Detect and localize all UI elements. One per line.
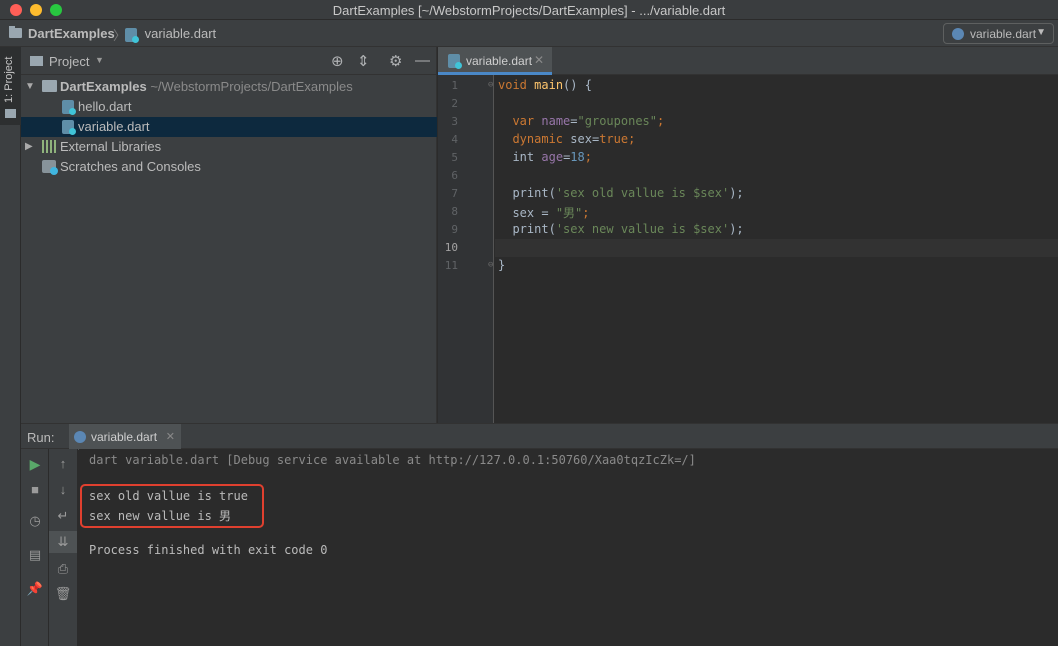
tab-label: variable.dart: [466, 54, 533, 68]
run-toolbar-secondary: ↑ ↓ ↵ ⇊ ⎙ 🗑: [49, 449, 78, 646]
line-number-gutter: 1 2 3 4 5 6 7 8 9 10 11 ⊖ ⊖: [438, 75, 494, 423]
tree-item-path: ~/WebstormProjects/DartExamples: [150, 79, 353, 94]
console-output-line: sex new vallue is 男: [89, 509, 232, 523]
console-output-line: sex old vallue is true: [89, 489, 248, 503]
code-editor: variable.dart ✕ 1 2 3 4 5 6 7 8 9 10 11 …: [438, 47, 1058, 423]
tree-item-label: Scratches and Consoles: [60, 159, 201, 174]
arrow-down-icon[interactable]: ↓: [49, 482, 77, 497]
project-panel: Project ▼ ⊕ ⇕ ⚙ — ▼ DartExamples ~/Webst…: [21, 47, 437, 423]
chevron-down-icon[interactable]: ▼: [95, 55, 104, 65]
collapse-all-icon[interactable]: ⇕: [357, 52, 370, 70]
run-toolbar-primary: ▶ ■ ◷ ▤ 📌: [21, 449, 49, 646]
line-number: 4: [451, 133, 458, 146]
tree-item-label: variable.dart: [78, 119, 150, 134]
code-line-8[interactable]: sex = "男";: [498, 204, 589, 221]
code-line-3[interactable]: var name="groupones";: [498, 114, 664, 128]
navigation-bar: DartExamples 〉 variable.dart variable.da…: [0, 20, 1058, 47]
run-tab-label: variable.dart: [91, 430, 158, 444]
tree-item-dartexamples[interactable]: ▼ DartExamples ~/WebstormProjects/DartEx…: [21, 77, 437, 97]
line-number: 9: [451, 223, 458, 236]
tab-variable-dart[interactable]: variable.dart ✕: [438, 47, 552, 75]
code-line-1[interactable]: void main() {: [498, 78, 592, 92]
close-icon[interactable]: ✕: [166, 430, 175, 443]
folder-icon: [30, 56, 43, 66]
expanded-arrow-icon[interactable]: ▼: [25, 81, 35, 92]
chevron-down-icon: ▼: [1036, 27, 1046, 38]
tree-item-scratches[interactable]: Scratches and Consoles: [21, 157, 437, 177]
run-panel-label: Run:: [27, 430, 55, 445]
tree-item-label: DartExamples: [60, 79, 147, 94]
line-number: 1: [451, 79, 458, 92]
arrow-up-icon[interactable]: ↑: [49, 456, 77, 471]
trash-icon[interactable]: 🗑: [49, 586, 77, 602]
scratches-icon: [42, 160, 58, 175]
hide-panel-icon[interactable]: —: [415, 52, 430, 69]
line-number: 3: [451, 115, 458, 128]
line-number-current: 10: [444, 241, 458, 254]
line-number: 7: [451, 187, 458, 200]
close-icon[interactable]: ✕: [534, 53, 544, 67]
line-number: 2: [451, 97, 458, 110]
line-number: 8: [451, 205, 458, 218]
fold-icon[interactable]: ⊖: [488, 80, 493, 90]
project-tool-tab[interactable]: 1: Project: [0, 47, 21, 125]
folder-icon: [5, 109, 16, 118]
run-configuration-dropdown[interactable]: variable.dart ▼: [943, 23, 1054, 44]
fold-icon[interactable]: ⊖: [488, 260, 493, 270]
project-panel-header: Project ▼ ⊕ ⇕ ⚙ —: [21, 47, 437, 75]
project-tool-tab-label: 1: Project: [3, 56, 15, 103]
pin-icon[interactable]: 📌: [21, 581, 49, 597]
dart-file-icon: [62, 120, 76, 135]
tree-item-label: External Libraries: [60, 139, 162, 154]
run-console[interactable]: dart variable.dart [Debug service availa…: [79, 449, 1058, 646]
folder-icon: [9, 26, 22, 38]
tree-item-external-libraries[interactable]: ▶ External Libraries: [21, 137, 437, 157]
tree-item-hello-dart[interactable]: hello.dart: [21, 97, 437, 117]
folder-icon: [42, 80, 57, 92]
stop-icon[interactable]: ■: [21, 482, 49, 497]
dart-file-icon: [62, 100, 76, 115]
dart-file-icon: [448, 54, 462, 69]
run-left-strip: [0, 423, 21, 646]
collapsed-arrow-icon[interactable]: ▶: [25, 141, 33, 152]
tree-item-label: hello.dart: [78, 99, 132, 114]
rerun-icon[interactable]: ▶: [21, 456, 49, 473]
gear-icon[interactable]: ⚙: [389, 52, 402, 70]
code-line-9[interactable]: print('sex new vallue is $sex');: [498, 222, 743, 236]
library-icon: [42, 140, 56, 153]
soft-wrap-icon[interactable]: ↵: [49, 508, 77, 524]
dart-file-icon: [125, 27, 139, 43]
locate-icon[interactable]: ⊕: [331, 52, 344, 70]
timer-icon[interactable]: ◷: [21, 513, 49, 529]
dart-run-icon: [74, 431, 86, 443]
breadcrumb-project[interactable]: DartExamples: [28, 26, 115, 41]
line-number: 11: [444, 259, 458, 272]
code-line-5[interactable]: int age=18;: [498, 150, 592, 164]
dart-run-icon: [952, 28, 964, 40]
window-titlebar: DartExamples [~/WebstormProjects/DartExa…: [0, 0, 1058, 20]
project-view-selector[interactable]: Project: [49, 54, 89, 69]
code-line-4[interactable]: dynamic sex=true;: [498, 132, 635, 146]
run-configuration-label: variable.dart: [970, 27, 1037, 41]
line-number: 6: [451, 169, 458, 182]
run-tab-variable-dart[interactable]: variable.dart ✕: [69, 424, 181, 450]
current-line-highlight: [495, 239, 1058, 257]
print-icon[interactable]: ⎙: [49, 561, 77, 577]
left-tool-strip: 1: Project: [0, 47, 21, 423]
tree-item-variable-dart[interactable]: variable.dart: [21, 117, 437, 137]
console-exit-line: Process finished with exit code 0: [89, 543, 328, 557]
scroll-to-end-icon[interactable]: ⇊: [49, 531, 77, 553]
run-panel-header: Run: variable.dart ✕: [21, 423, 1058, 450]
line-number: 5: [451, 151, 458, 164]
layout-icon[interactable]: ▤: [21, 547, 49, 563]
window-title: DartExamples [~/WebstormProjects/DartExa…: [332, 3, 726, 18]
code-line-7[interactable]: print('sex old vallue is $sex');: [498, 186, 743, 200]
editor-tab-bar: variable.dart ✕: [438, 47, 1058, 75]
code-line-11[interactable]: }: [498, 258, 505, 272]
breadcrumb-file[interactable]: variable.dart: [125, 26, 216, 43]
console-command-line: dart variable.dart [Debug service availa…: [89, 453, 696, 467]
